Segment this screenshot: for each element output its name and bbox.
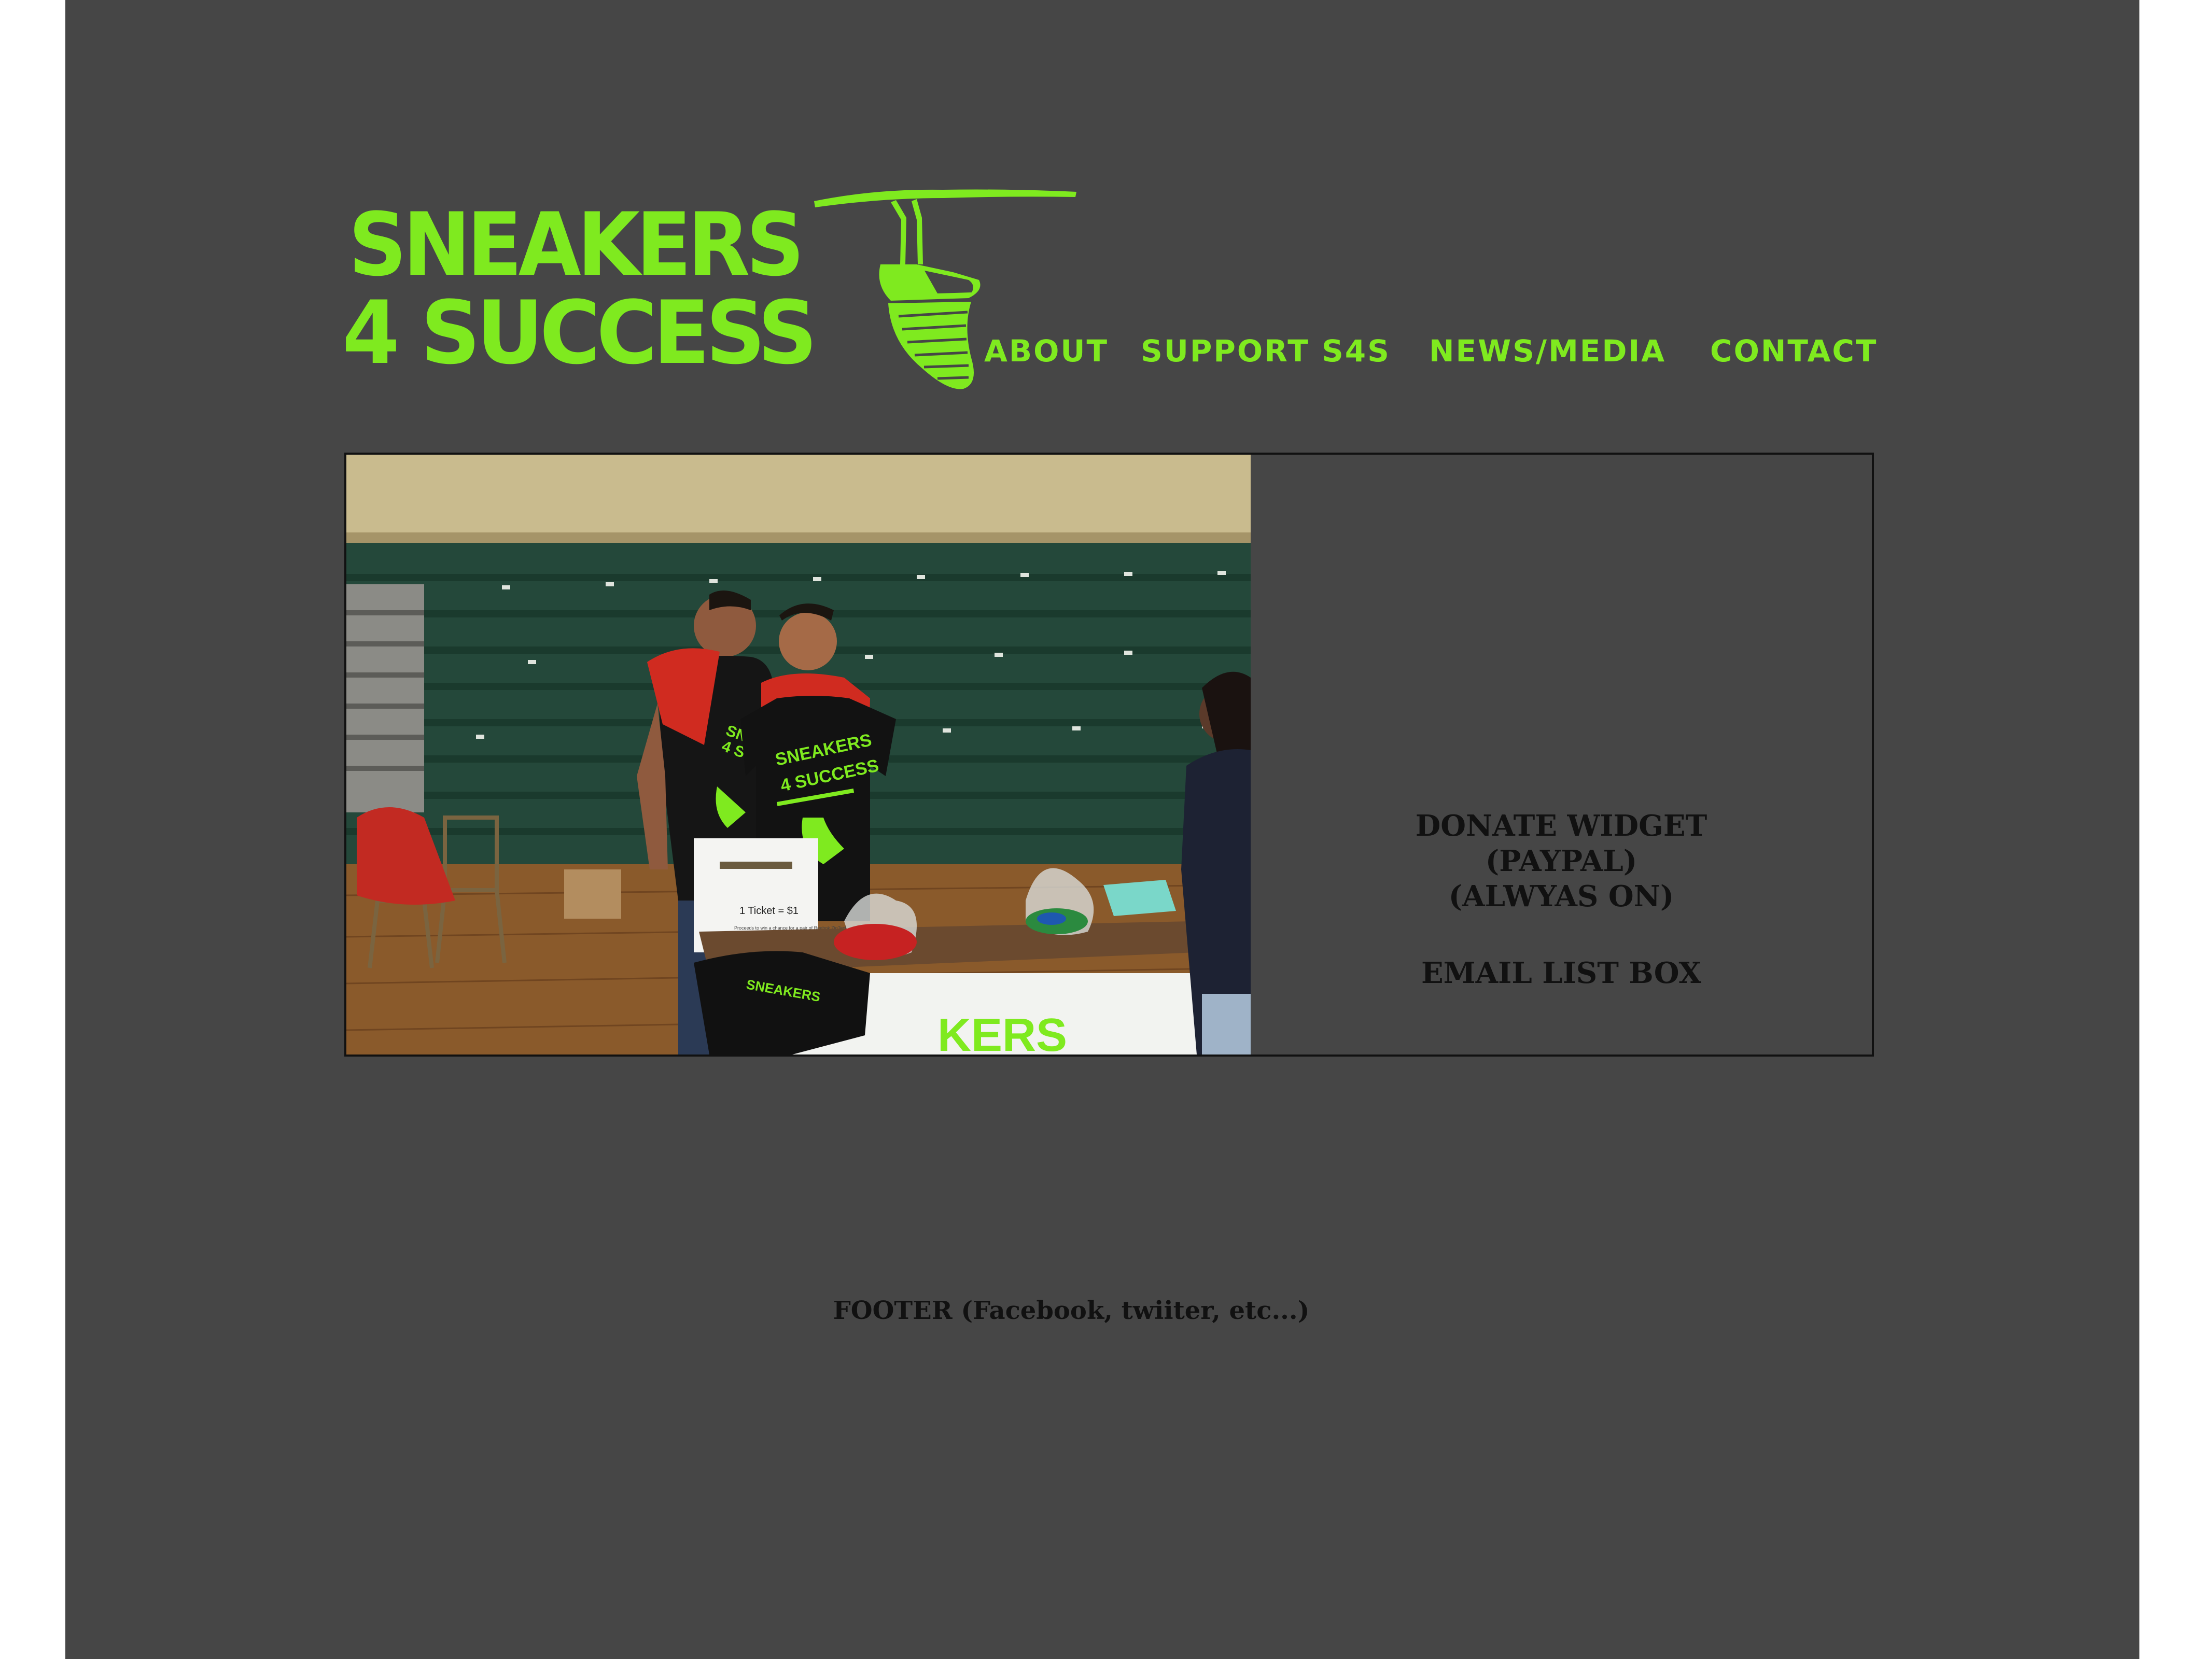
donate-widget-title: DONATE WIDGET: [1415, 809, 1707, 843]
table-banner-text: KERS: [937, 1009, 1067, 1055]
donate-widget-provider: (PAYPAL): [1485, 844, 1637, 878]
email-list-box[interactable]: EMAIL LIST BOX: [1251, 955, 1872, 991]
logo-text-line2: 4 SUCCESS: [342, 282, 817, 384]
nav-contact[interactable]: CONTACT: [1710, 336, 1878, 366]
hero-section: SNEAKERS 4 SUCCESS SNEAKERS 4 SUCCESS: [344, 453, 1874, 1057]
nav-support-s4s[interactable]: SUPPORT S4S: [1141, 336, 1391, 366]
nav-news-media[interactable]: NEWS/MEDIA: [1429, 336, 1666, 366]
footer-social-text[interactable]: FOOTER (Facebook, twiiter, etc...): [833, 1296, 1310, 1325]
site-logo[interactable]: SNEAKERS 4 SUCCESS: [342, 187, 1079, 394]
event-photo-illustration: SNEAKERS 4 SUCCESS SNEAKERS 4 SUCCESS: [346, 455, 1251, 1055]
nav-about[interactable]: ABOUT: [984, 336, 1109, 366]
donate-widget[interactable]: DONATE WIDGET (PAYPAL) (ALWYAS ON): [1251, 808, 1872, 914]
footer: FOOTER (Facebook, twiiter, etc...): [65, 1296, 2139, 1325]
hero-photo: SNEAKERS 4 SUCCESS SNEAKERS 4 SUCCESS: [346, 455, 1251, 1055]
logo-text-line1: SNEAKERS: [348, 194, 804, 296]
ticket-sign-text: 1 Ticket = $1: [739, 905, 799, 917]
page-canvas: SNEAKERS 4 SUCCESS ABOUT SUPPORT S4S NEW…: [65, 0, 2139, 1659]
donate-widget-note: (ALWYAS ON): [1448, 879, 1674, 913]
